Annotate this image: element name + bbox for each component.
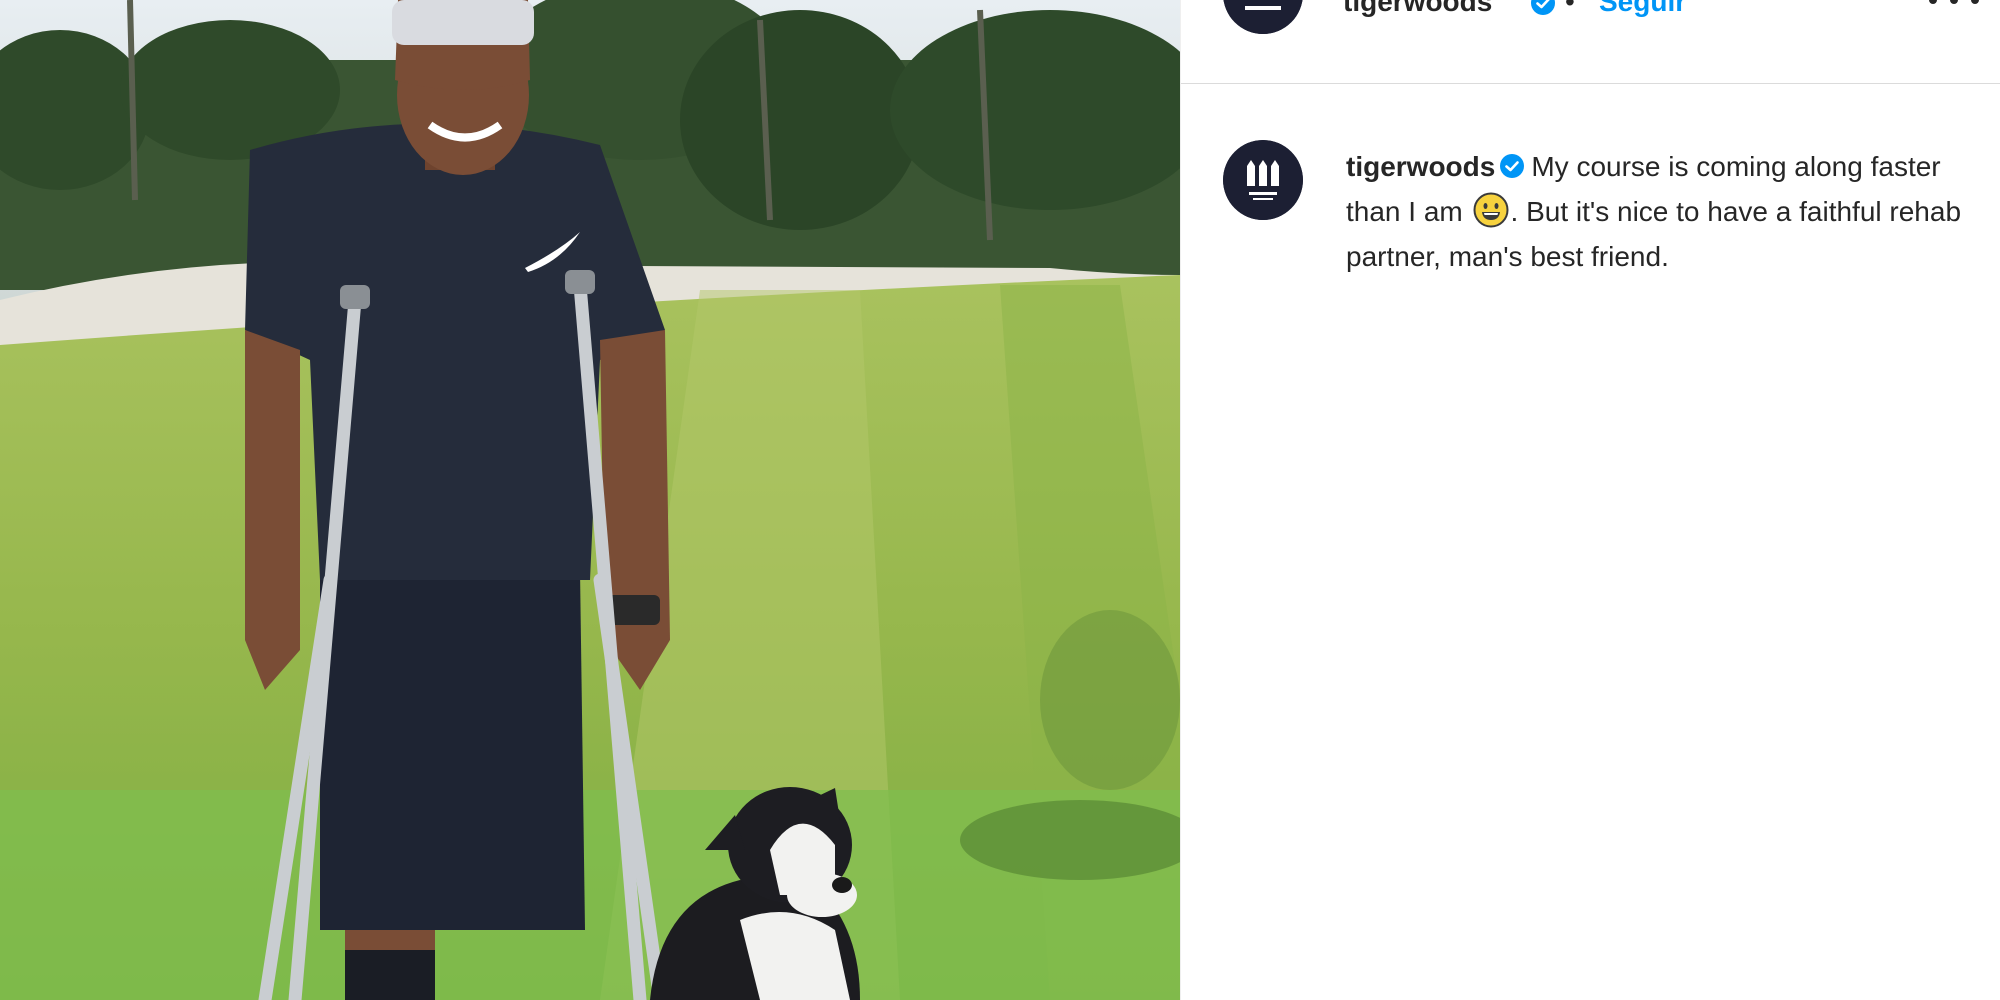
separator-dot: • (1565, 0, 1575, 17)
profile-avatar[interactable] (1223, 0, 1303, 34)
verified-badge-icon (1531, 0, 1555, 15)
tgr-logo-icon (1223, 0, 1303, 34)
post-side-panel: tigerwoods • Seguir tigerwoods My course … (1180, 0, 2000, 1000)
post-header: tigerwoods • Seguir (1181, 0, 2000, 84)
tgr-logo-icon (1223, 140, 1303, 220)
more-options-icon[interactable] (1929, 0, 1979, 10)
caption-username[interactable]: tigerwoods (1346, 151, 1495, 182)
caption-avatar[interactable] (1223, 140, 1303, 220)
header-username[interactable]: tigerwoods (1343, 0, 1492, 18)
verified-badge-icon (1500, 154, 1525, 178)
post-photo[interactable] (0, 0, 1180, 1000)
post-caption: tigerwoods My course is coming along fast… (1346, 144, 1966, 279)
follow-button[interactable]: Seguir (1599, 0, 1686, 18)
grinning-face-emoji-icon (1473, 192, 1509, 228)
golf-course-photo (0, 0, 1180, 1000)
